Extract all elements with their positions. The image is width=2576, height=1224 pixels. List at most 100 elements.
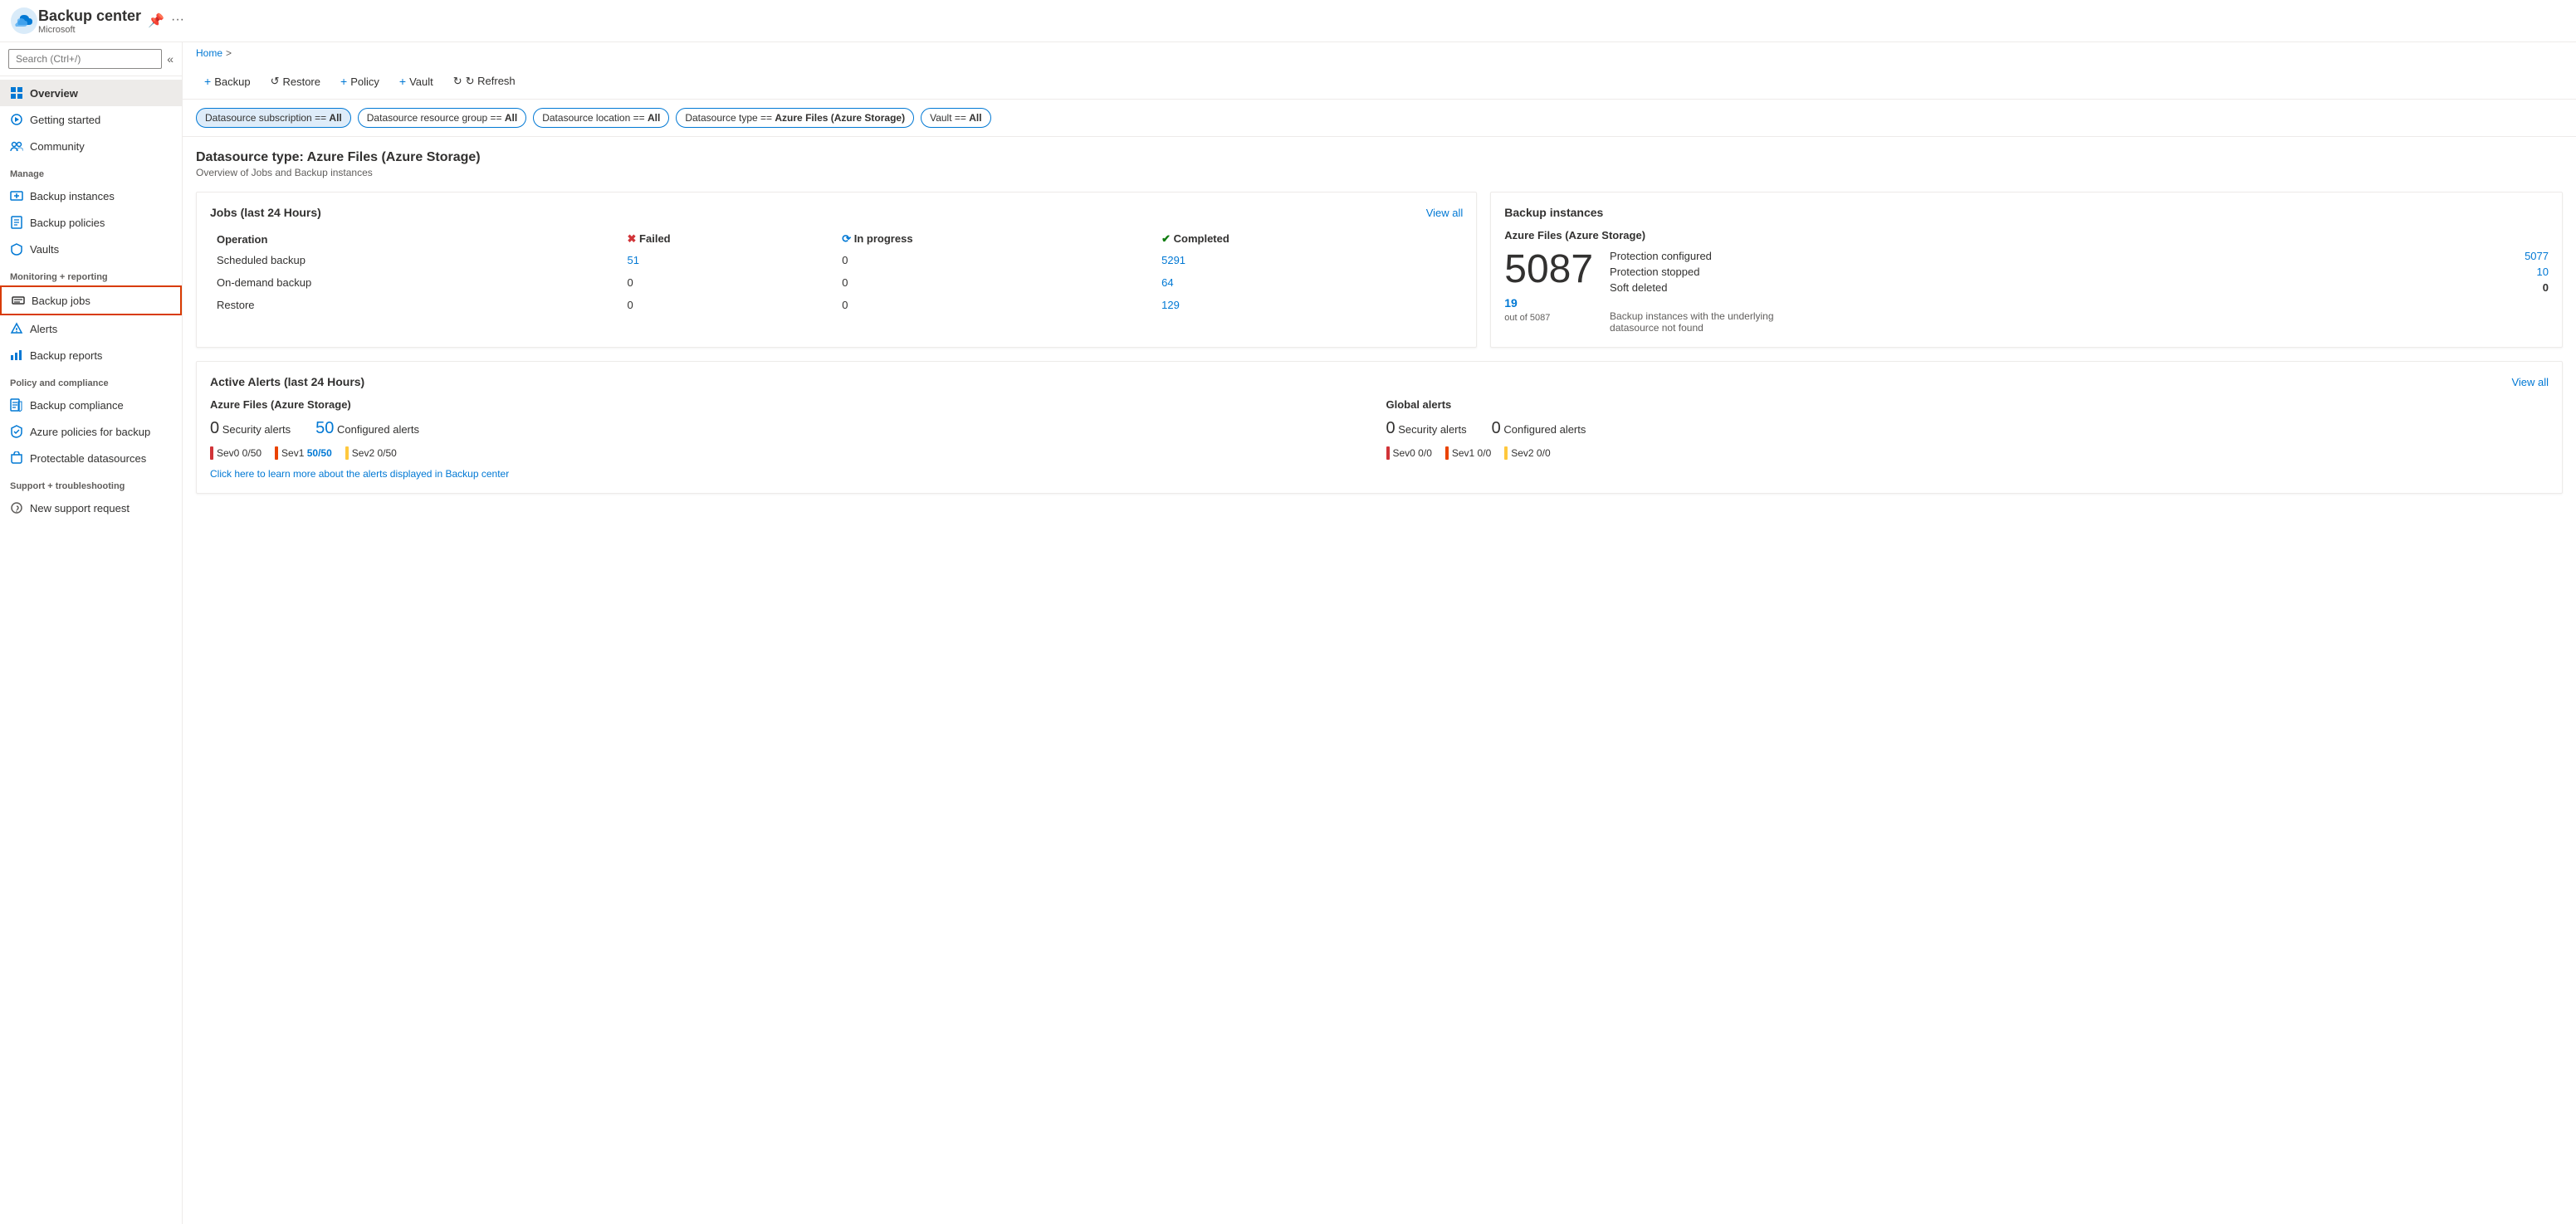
- vault-label: Vault: [409, 76, 433, 88]
- completed-cell[interactable]: 5291: [1155, 249, 1463, 271]
- operation-cell: Scheduled backup: [210, 249, 621, 271]
- filter-chip-location[interactable]: Datasource location == All: [533, 108, 669, 128]
- azure-configured-count: 50 Configured alerts: [315, 419, 419, 438]
- backup-label: Backup: [214, 76, 250, 88]
- failed-cell: 0: [621, 271, 836, 294]
- sidebar-item-label: Protectable datasources: [30, 452, 146, 465]
- bi-stats: Protection configured 5077 Protection st…: [1610, 250, 2549, 334]
- page-title: Datasource type: Azure Files (Azure Stor…: [196, 150, 2563, 165]
- protectable-icon: [10, 451, 23, 465]
- breadcrumb-separator: >: [226, 47, 232, 59]
- bi-card-header: Backup instances: [1504, 206, 2549, 219]
- backup-button[interactable]: + Backup: [196, 71, 259, 92]
- sidebar-item-protectable[interactable]: Protectable datasources: [0, 445, 182, 471]
- collapse-icon[interactable]: «: [167, 52, 174, 66]
- jobs-view-all-link[interactable]: View all: [1426, 207, 1464, 219]
- azure-alerts-counts: 0 Security alerts 50 Configured alerts: [210, 419, 1373, 438]
- soft-deleted-value: 0: [2543, 281, 2549, 294]
- sev1-label: Sev1 50/50: [281, 447, 332, 459]
- bi-content: 5087 19 out of 5087 Protection configure…: [1504, 250, 2549, 334]
- global-configured-label: Configured alerts: [1503, 423, 1586, 436]
- sidebar-nav: Overview Getting started Community Manag…: [0, 76, 182, 1224]
- completed-cell[interactable]: 64: [1155, 271, 1463, 294]
- breadcrumb-home[interactable]: Home: [196, 47, 222, 59]
- restore-button[interactable]: ↺ Restore: [262, 71, 329, 92]
- sidebar-item-vaults[interactable]: Vaults: [0, 236, 182, 262]
- policy-section-label: Policy and compliance: [0, 368, 182, 392]
- alerts-grid: Azure Files (Azure Storage) 0 Security a…: [210, 398, 2549, 460]
- failed-cell[interactable]: 51: [621, 249, 836, 271]
- col-completed: ✔ Completed: [1155, 229, 1463, 249]
- filter-chip-datasource-type[interactable]: Datasource type == Azure Files (Azure St…: [676, 108, 914, 128]
- filter-chip-resource-group[interactable]: Datasource resource group == All: [358, 108, 526, 128]
- global-security-count: 0 Security alerts: [1386, 419, 1467, 438]
- sidebar-item-new-support[interactable]: New support request: [0, 495, 182, 521]
- app-subtitle: Microsoft: [38, 25, 141, 35]
- sidebar-item-backup-policies[interactable]: Backup policies: [0, 209, 182, 236]
- bi-big-number: 5087: [1504, 250, 1593, 290]
- toolbar: + Backup ↺ Restore + Policy + Vault ↻: [183, 64, 2576, 100]
- sidebar-item-getting-started[interactable]: Getting started: [0, 106, 182, 133]
- protection-configured-row: Protection configured 5077: [1610, 250, 2549, 262]
- start-icon: [10, 113, 23, 126]
- sidebar-item-backup-instances[interactable]: Backup instances: [0, 183, 182, 209]
- sev0-bar: [1386, 446, 1390, 460]
- app-title: Backup center: [38, 7, 141, 25]
- azure-sev1: Sev1 50/50: [275, 446, 332, 460]
- table-row: On-demand backup 0 0 64: [210, 271, 1463, 294]
- refresh-button[interactable]: ↻ ↻ Refresh: [445, 71, 524, 92]
- search-input[interactable]: [8, 49, 162, 69]
- community-icon: [10, 139, 23, 153]
- alerts-learn-more-link[interactable]: Click here to learn more about the alert…: [210, 468, 2549, 480]
- sidebar-item-backup-compliance[interactable]: Backup compliance: [0, 392, 182, 418]
- protection-configured-value[interactable]: 5077: [2525, 250, 2549, 262]
- sev0-bar: [210, 446, 213, 460]
- inprogress-cell: 0: [835, 249, 1155, 271]
- sidebar-item-backup-jobs[interactable]: Backup jobs: [0, 285, 182, 315]
- more-options-icon[interactable]: ···: [171, 12, 184, 29]
- completed-icon: ✔: [1161, 232, 1171, 245]
- support-icon: [10, 501, 23, 514]
- alerts-view-all-link[interactable]: View all: [2511, 376, 2549, 388]
- breadcrumb: Home >: [183, 42, 2576, 64]
- col-inprogress: ⟳ In progress: [835, 229, 1155, 249]
- sidebar-item-azure-policies[interactable]: Azure policies for backup: [0, 418, 182, 445]
- policy-button[interactable]: + Policy: [332, 71, 388, 92]
- jobs-table: Operation ✖ Failed ⟳ In progress: [210, 229, 1463, 316]
- sev0-label: Sev0 0/50: [217, 447, 262, 459]
- completed-cell[interactable]: 129: [1155, 294, 1463, 316]
- bi-subtitle: Azure Files (Azure Storage): [1504, 229, 2549, 241]
- sidebar-item-label: Backup jobs: [32, 295, 90, 307]
- failed-cell: 0: [621, 294, 836, 316]
- title-bar-text: Backup center Microsoft: [38, 7, 141, 35]
- main-content: Home > + Backup ↺ Restore + Policy +: [183, 42, 2576, 1224]
- col-operation: Operation: [210, 229, 621, 249]
- jobs-icon: [12, 294, 25, 307]
- pin-icon[interactable]: 📌: [148, 12, 164, 29]
- global-sev2: Sev2 0/0: [1504, 446, 1550, 460]
- sev1-bar: [1445, 446, 1449, 460]
- filter-chip-subscription[interactable]: Datasource subscription == All: [196, 108, 351, 128]
- backup-instances-card: Backup instances Azure Files (Azure Stor…: [1490, 192, 2563, 348]
- global-sev-row: Sev0 0/0 Sev1 0/0 Sev2 0/0: [1386, 446, 2549, 460]
- sidebar-item-alerts[interactable]: Alerts: [0, 315, 182, 342]
- refresh-label: ↻ Refresh: [466, 75, 516, 88]
- app-logo: [10, 7, 38, 35]
- search-box: «: [0, 42, 182, 76]
- sidebar-item-backup-reports[interactable]: Backup reports: [0, 342, 182, 368]
- plus-icon: +: [399, 75, 406, 88]
- sidebar-item-overview[interactable]: Overview: [0, 80, 182, 106]
- title-bar: Backup center Microsoft 📌 ···: [0, 0, 2576, 42]
- filter-bar: Datasource subscription == All Datasourc…: [183, 100, 2576, 137]
- protection-stopped-value[interactable]: 10: [2537, 266, 2549, 278]
- instances-icon: [10, 189, 23, 202]
- sidebar-item-community[interactable]: Community: [0, 133, 182, 159]
- vault-button[interactable]: + Vault: [391, 71, 442, 92]
- sev2-bar: [1504, 446, 1508, 460]
- filter-chip-vault[interactable]: Vault == All: [921, 108, 991, 128]
- not-found-num: 19: [1504, 296, 1518, 310]
- global-alerts-counts: 0 Security alerts 0 Configured alerts: [1386, 419, 2549, 438]
- bi-not-found-section: 19 out of 5087: [1504, 296, 1593, 323]
- azure-security-label: Security alerts: [222, 423, 291, 436]
- page-subtitle: Overview of Jobs and Backup instances: [196, 167, 2563, 178]
